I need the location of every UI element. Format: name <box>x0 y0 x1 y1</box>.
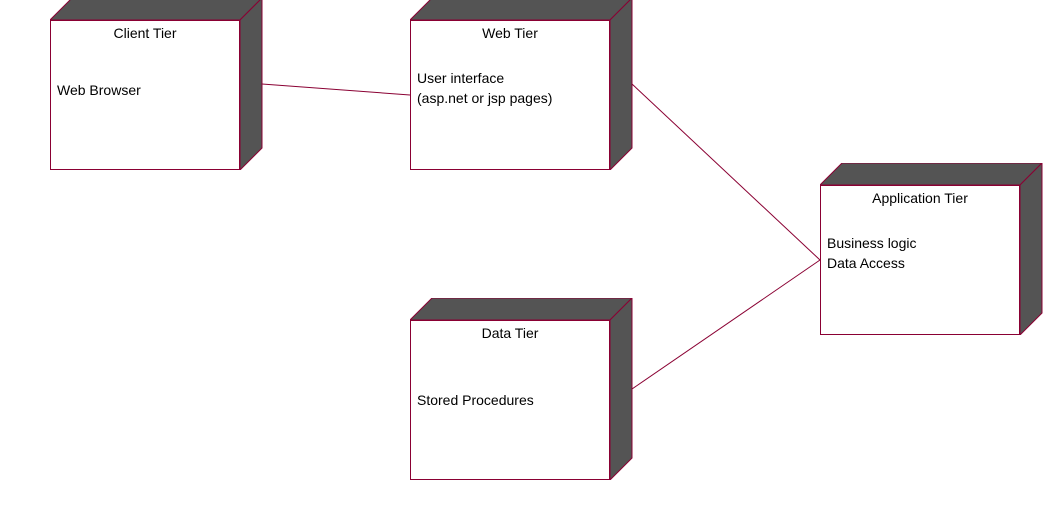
node-client-tier: Client Tier Web Browser <box>50 0 262 170</box>
node-body: User interface (asp.net or jsp pages) <box>411 69 609 108</box>
node-body: Stored Procedures <box>411 391 609 411</box>
box-front-face: Web Tier User interface (asp.net or jsp … <box>410 20 610 170</box>
box-side-face <box>240 0 263 170</box>
node-line: Web Browser <box>57 81 233 101</box>
node-application-tier: Application Tier Business logic Data Acc… <box>820 163 1042 335</box>
box-front-face: Client Tier Web Browser <box>50 20 240 170</box>
box-top-face <box>410 0 632 21</box>
box-top-face <box>410 298 632 321</box>
node-line: Stored Procedures <box>417 391 603 411</box>
node-body: Web Browser <box>51 81 239 101</box>
node-title: Application Tier <box>821 186 1019 206</box>
box-top-face <box>50 0 262 21</box>
node-body: Business logic Data Access <box>821 234 1019 273</box>
box-front-face: Data Tier Stored Procedures <box>410 320 610 480</box>
node-data-tier: Data Tier Stored Procedures <box>410 298 632 480</box>
node-web-tier: Web Tier User interface (asp.net or jsp … <box>410 0 632 170</box>
diagram-canvas: { "colors": { "stroke": "#8A0033", "shad… <box>0 0 1057 518</box>
box-side-face <box>1020 163 1043 335</box>
box-side-face <box>610 0 633 170</box>
node-title: Client Tier <box>51 21 239 41</box>
node-line: Data Access <box>827 254 1013 274</box>
box-side-face <box>610 298 633 480</box>
node-line: (asp.net or jsp pages) <box>417 89 603 109</box>
node-line: Business logic <box>827 234 1013 254</box>
node-line: User interface <box>417 69 603 89</box>
node-title: Web Tier <box>411 21 609 41</box>
node-title: Data Tier <box>411 321 609 341</box>
box-front-face: Application Tier Business logic Data Acc… <box>820 185 1020 335</box>
box-top-face <box>820 163 1042 186</box>
